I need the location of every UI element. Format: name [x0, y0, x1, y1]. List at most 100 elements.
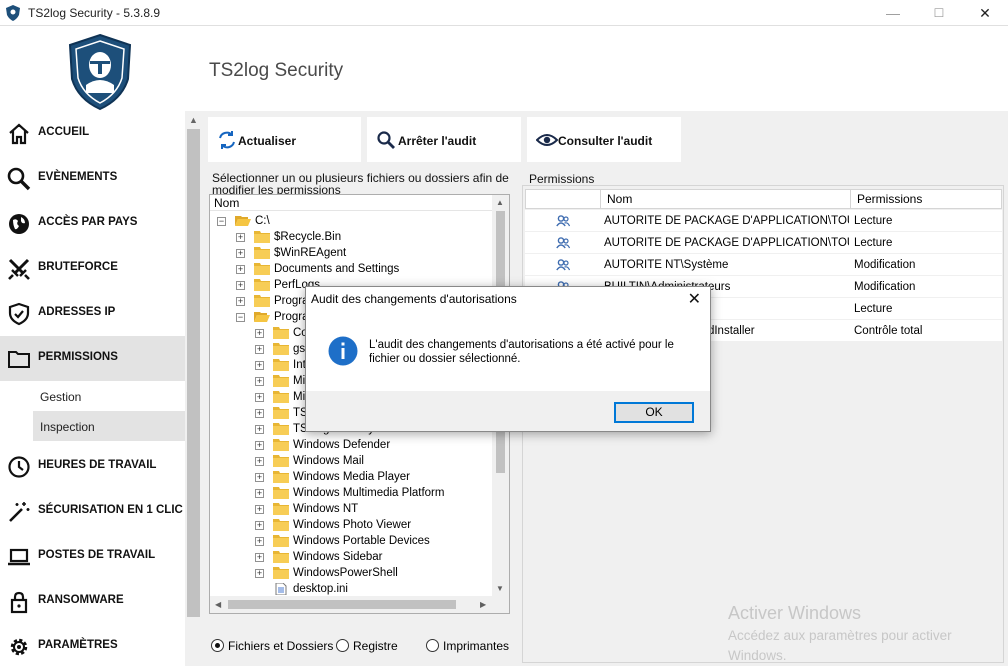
expand-icon[interactable]: + [236, 249, 245, 258]
expand-icon[interactable]: + [255, 409, 264, 418]
permission-row[interactable]: AUTORITÉ DE PACKAGE D'APPLICATION\TOUS L… [525, 210, 1002, 232]
permission-row[interactable]: AUTORITÉ DE PACKAGE D'APPLICATION\TOUS L… [525, 232, 1002, 254]
expand-icon[interactable]: + [255, 361, 264, 370]
tree-row[interactable]: + Windows Sidebar [210, 549, 493, 565]
folder-icon [254, 247, 270, 259]
subnav-gestion[interactable]: Gestion [33, 381, 185, 411]
tree-row[interactable]: + Windows NT [210, 501, 493, 517]
tree-row[interactable]: + $Recycle.Bin [210, 229, 493, 245]
nav-label: ACCÈS PAR PAYS [38, 216, 138, 228]
collapse-icon[interactable]: − [217, 217, 226, 226]
tree-row[interactable]: + Windows Media Player [210, 469, 493, 485]
nav-accueil[interactable]: ACCUEIL [0, 111, 185, 156]
nav-securisation-1-clic[interactable]: SÉCURISATION EN 1 CLIC [0, 489, 185, 534]
ok-button[interactable]: OK [614, 402, 694, 423]
permission-level: Lecture [854, 215, 893, 227]
folder-icon [273, 391, 289, 403]
nav-parametres[interactable]: PARAMÈTRES [0, 624, 185, 669]
expand-icon[interactable]: + [255, 441, 264, 450]
nav-bruteforce[interactable]: BRUTEFORCE [0, 246, 185, 291]
expand-icon[interactable]: + [255, 329, 264, 338]
dialog-close-button[interactable]: ✕ [688, 289, 701, 309]
tree-row[interactable]: + Documents and Settings [210, 261, 493, 277]
app-header: TS2log Security [0, 27, 1008, 111]
file-icon [273, 582, 289, 596]
scroll-up-arrow-icon[interactable]: ▲ [496, 198, 504, 207]
tree-row[interactable]: + WindowsPowerShell [210, 565, 493, 581]
globe-icon [9, 214, 29, 234]
expand-icon[interactable]: + [236, 233, 245, 242]
grid-permissions-header[interactable]: Permissions [850, 189, 1002, 209]
watermark-text: Windows. [728, 648, 787, 663]
nav-adresses-ip[interactable]: ADRESSES IP [0, 291, 185, 336]
stop-audit-button[interactable]: Arrêter l'audit [367, 117, 521, 162]
expand-icon[interactable]: + [255, 569, 264, 578]
expand-icon[interactable]: + [255, 345, 264, 354]
expand-icon[interactable]: + [255, 377, 264, 386]
expand-icon[interactable]: + [255, 473, 264, 482]
subnav-inspection[interactable]: Inspection [33, 411, 185, 441]
expand-icon[interactable]: + [255, 505, 264, 514]
nav-ransomware[interactable]: RANSOMWARE [0, 579, 185, 624]
tree-row[interactable]: + $WinREAgent [210, 245, 493, 261]
scroll-up-arrow-icon[interactable]: ▲ [189, 115, 198, 125]
close-button[interactable]: ✕ [962, 0, 1008, 26]
subnav-label: Inspection [40, 420, 95, 434]
tree-row[interactable]: + Windows Portable Devices [210, 533, 493, 549]
tree-item-label: Documents and Settings [274, 263, 400, 275]
maximize-button[interactable]: ☐ [916, 0, 962, 26]
tree-item-label: desktop.ini [293, 583, 348, 595]
tree-item-label: Windows Photo Viewer [293, 519, 412, 531]
view-audit-button[interactable]: Consulter l'audit [527, 117, 681, 162]
tree-row[interactable]: − C:\ [210, 213, 493, 229]
refresh-button[interactable]: Actualiser [208, 117, 361, 162]
scrollbar-thumb[interactable] [228, 600, 456, 609]
nav-postes-de-travail[interactable]: POSTES DE TRAVAIL [0, 534, 185, 579]
nav-heures-de-travail[interactable]: HEURES DE TRAVAIL [0, 444, 185, 489]
expand-icon[interactable]: + [255, 537, 264, 546]
expand-icon[interactable]: + [236, 281, 245, 290]
expand-icon[interactable]: + [236, 265, 245, 274]
sidebar-scrollbar[interactable]: ▲ [185, 111, 202, 666]
radio-label: Imprimantes [443, 639, 510, 653]
tree-row[interactable]: + Windows Multimedia Platform [210, 485, 493, 501]
tree-row[interactable]: desktop.ini [210, 581, 493, 597]
tree-item-label: Windows Media Player [293, 471, 410, 483]
radio-circle[interactable] [336, 639, 349, 652]
tree-item-label: Windows Portable Devices [293, 535, 430, 547]
grid-icon-header [525, 189, 601, 209]
scroll-down-arrow-icon[interactable]: ▼ [496, 584, 504, 593]
expand-icon[interactable]: + [255, 393, 264, 402]
tree-row[interactable]: + Windows Defender [210, 437, 493, 453]
folder-icon [273, 439, 289, 451]
swords-icon [8, 258, 30, 280]
expand-icon[interactable]: + [236, 297, 245, 306]
nav-evenements[interactable]: EVÈNEMENTS [0, 156, 185, 201]
tree-horizontal-scrollbar[interactable]: ◀ ▶ [210, 596, 509, 613]
grid-name-header[interactable]: Nom [600, 189, 851, 209]
radio-circle[interactable] [211, 639, 224, 652]
permission-level: Lecture [854, 237, 893, 249]
sidebar: ACCUEIL EVÈNEMENTS ACCÈS PAR PAYS BRUTEF… [0, 111, 185, 666]
expand-icon[interactable]: + [255, 553, 264, 562]
tree-row[interactable]: + Windows Mail [210, 453, 493, 469]
scroll-right-arrow-icon[interactable]: ▶ [480, 600, 486, 609]
collapse-icon[interactable]: − [236, 313, 245, 322]
nav-acces-par-pays[interactable]: ACCÈS PAR PAYS [0, 201, 185, 246]
expand-icon[interactable]: + [255, 521, 264, 530]
expand-icon[interactable]: + [255, 457, 264, 466]
tree-row[interactable]: + Windows Photo Viewer [210, 517, 493, 533]
minimize-button[interactable]: — [870, 0, 916, 26]
scroll-left-arrow-icon[interactable]: ◀ [215, 600, 221, 609]
folder-icon [273, 567, 289, 579]
folder-icon [254, 295, 270, 307]
clock-icon [8, 456, 30, 478]
expand-icon[interactable]: + [255, 489, 264, 498]
permission-row[interactable]: AUTORITE NT\Système Modification [525, 254, 1002, 276]
scrollbar-thumb[interactable] [187, 129, 200, 617]
tree-caption: Sélectionner un ou plusieurs fichiers ou… [212, 172, 509, 194]
expand-icon[interactable]: + [255, 425, 264, 434]
tree-item-label: $WinREAgent [274, 247, 347, 259]
nav-permissions[interactable]: PERMISSIONS [0, 336, 185, 381]
radio-circle[interactable] [426, 639, 439, 652]
